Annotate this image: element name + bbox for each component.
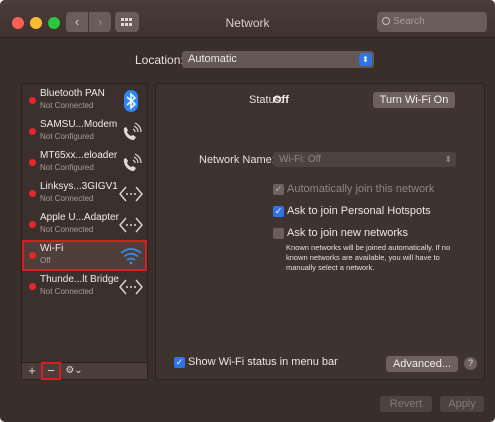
search-icon <box>382 17 390 25</box>
status-dot <box>29 128 36 135</box>
location-select[interactable]: Automatic ⬍ <box>182 51 374 68</box>
search-placeholder: Search <box>393 16 425 27</box>
location-value: Automatic <box>188 53 237 65</box>
search-field[interactable]: Search <box>377 12 487 32</box>
show-wifi-status-checkbox[interactable]: ✓ <box>174 357 185 368</box>
service-status: Not Configured <box>40 163 94 172</box>
ethernet-icon <box>119 186 143 202</box>
service-name: Apple U...Adapter <box>40 212 119 223</box>
status-dot <box>29 190 36 197</box>
network-name-select[interactable]: Wi-Fi: Off ⬍ <box>273 152 456 167</box>
service-status: Not Configured <box>40 132 94 141</box>
ask-join-help-text: Known networks will be joined automatica… <box>286 243 451 272</box>
service-name: Wi-Fi <box>40 243 64 254</box>
service-status: Off <box>40 256 51 265</box>
service-name: Bluetooth PAN <box>40 88 105 99</box>
phone-icon <box>123 122 142 140</box>
gear-icon: ⚙⌄ <box>65 365 83 376</box>
network-name-value: Wi-Fi: Off <box>279 154 322 165</box>
remove-service-button[interactable]: − <box>41 362 61 380</box>
help-button[interactable]: ? <box>464 357 477 370</box>
show-wifi-status-label: Show Wi-Fi status in menu bar <box>188 356 338 368</box>
service-list-toolbar: + − ⚙⌄ <box>21 362 148 380</box>
ask-join-hotspots-checkbox[interactable]: ✓ <box>273 206 284 217</box>
auto-join-label: Automatically join this network <box>287 183 435 195</box>
status-dot <box>29 159 36 166</box>
ethernet-icon <box>119 279 143 295</box>
advanced-button[interactable]: Advanced... <box>386 356 458 372</box>
service-wi-fi[interactable]: Wi-Fi Off <box>22 240 147 271</box>
service-list: Bluetooth PAN Not Connected SAMSU...Mode… <box>21 83 148 363</box>
service-apple-usb-adapter[interactable]: Apple U...Adapter Not Connected <box>22 209 147 240</box>
service-thunderbolt-bridge[interactable]: Thunde...lt Bridge Not Connected <box>22 271 147 302</box>
location-label: Location: <box>135 53 184 67</box>
service-bluetooth-pan[interactable]: Bluetooth PAN Not Connected <box>22 85 147 116</box>
service-name: SAMSU...Modem <box>40 119 118 130</box>
service-samsung-modem[interactable]: SAMSU...Modem Not Configured <box>22 116 147 147</box>
apply-button[interactable]: Apply <box>440 396 484 412</box>
network-name-label: Network Name: <box>199 154 275 166</box>
bluetooth-icon <box>124 90 138 112</box>
status-dot <box>29 221 36 228</box>
title-bar: ‹ › Network Search <box>0 0 495 38</box>
service-status: Not Connected <box>40 287 94 296</box>
status-value: Off <box>273 94 289 106</box>
service-name: Linksys...3GIGV1 <box>40 181 118 192</box>
ask-join-new-networks-checkbox[interactable] <box>273 228 284 239</box>
service-name: MT65xx...eloader <box>40 150 118 161</box>
ethernet-icon <box>119 217 143 233</box>
service-status: Not Connected <box>40 101 94 110</box>
wifi-icon <box>120 248 142 265</box>
updown-arrows-icon: ⬍ <box>444 154 452 164</box>
service-mt65xx-preloader[interactable]: MT65xx...eloader Not Configured <box>22 147 147 178</box>
service-linksys-usb[interactable]: Linksys...3GIGV1 Not Connected <box>22 178 147 209</box>
service-status: Not Connected <box>40 225 94 234</box>
add-service-button[interactable]: + <box>25 363 39 379</box>
phone-icon <box>123 153 142 171</box>
service-name: Thunde...lt Bridge <box>40 274 119 285</box>
revert-button[interactable]: Revert <box>380 396 432 412</box>
status-dot <box>29 283 36 290</box>
gear-menu-button[interactable]: ⚙⌄ <box>62 363 86 379</box>
auto-join-checkbox[interactable]: ✓ <box>273 184 284 195</box>
ask-join-hotspots-label: Ask to join Personal Hotspots <box>287 205 431 217</box>
status-dot <box>29 97 36 104</box>
ask-join-new-networks-label: Ask to join new networks <box>287 227 409 239</box>
turn-wifi-on-button[interactable]: Turn Wi-Fi On <box>373 92 455 108</box>
network-preferences-window: ‹ › Network Search Location: Automatic ⬍… <box>0 0 495 422</box>
updown-arrows-icon: ⬍ <box>359 53 372 66</box>
status-dot <box>29 252 36 259</box>
service-status: Not Connected <box>40 194 94 203</box>
